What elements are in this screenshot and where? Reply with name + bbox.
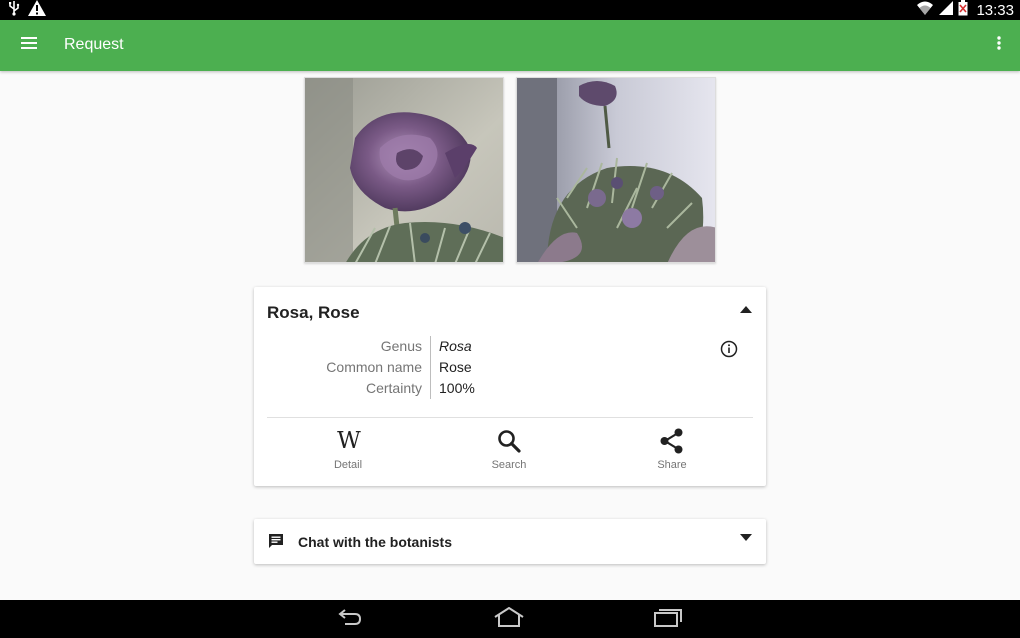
share-button[interactable]: Share (622, 427, 722, 477)
details-list: Genus Rosa Common name Rose Certainty 10… (254, 336, 554, 399)
collapse-button[interactable] (738, 301, 754, 317)
detail-key: Certainty (365, 380, 422, 396)
caret-down-icon (740, 528, 752, 546)
identification-card: Rosa, Rose Genus Rosa Common name Rose C… (254, 287, 766, 486)
detail-value: Rosa (439, 338, 472, 354)
detail-row-genus: Genus Rosa (254, 336, 554, 357)
share-icon (659, 427, 685, 455)
message-icon (268, 533, 284, 554)
status-bar: 13:33 (0, 0, 1020, 20)
usb-icon (8, 0, 20, 21)
action-label: Detail (333, 459, 363, 471)
wifi-icon (916, 0, 934, 21)
detail-key: Genus (380, 338, 422, 354)
detail-value: 100% (439, 380, 475, 396)
menu-icon (21, 36, 37, 54)
expand-button[interactable] (738, 529, 754, 545)
rose-photo-1[interactable] (304, 77, 504, 263)
action-label: Share (657, 459, 687, 471)
app-title: Request (64, 36, 124, 53)
overflow-menu-icon (997, 35, 1001, 55)
detail-separator (430, 357, 431, 378)
status-right: 13:33 (916, 0, 1014, 20)
detail-row-common-name: Common name Rose (254, 357, 554, 378)
card-divider (267, 417, 753, 418)
navigation-bar (0, 600, 1020, 638)
home-icon (493, 606, 525, 632)
status-left (8, 0, 46, 21)
warning-icon (28, 0, 46, 21)
signal-icon (938, 0, 954, 21)
info-icon (720, 340, 738, 362)
status-time: 13:33 (976, 1, 1014, 19)
info-button[interactable] (720, 340, 738, 358)
app-bar: Request (0, 20, 1020, 71)
menu-button[interactable] (18, 34, 40, 56)
detail-key: Common name (326, 359, 422, 375)
chat-label: Chat with the botanists (298, 534, 452, 550)
recent-apps-icon (653, 607, 683, 632)
home-button[interactable] (489, 606, 529, 632)
detail-separator (430, 378, 431, 399)
caret-up-icon (740, 300, 752, 318)
chat-card[interactable]: Chat with the botanists (254, 519, 766, 564)
detail-row-certainty: Certainty 100% (254, 378, 554, 399)
detail-value: Rose (439, 359, 472, 375)
wikipedia-icon: W (337, 428, 361, 454)
search-icon (497, 427, 521, 455)
back-icon (337, 608, 363, 631)
battery-icon (958, 0, 968, 21)
result-title: Rosa, Rose (267, 303, 360, 322)
rose-photo-2[interactable] (516, 77, 716, 263)
detail-button[interactable]: W Detail (298, 427, 398, 477)
search-button[interactable]: Search (459, 427, 559, 477)
recent-apps-button[interactable] (648, 606, 688, 632)
back-button[interactable] (330, 606, 370, 632)
overflow-menu-button[interactable] (994, 34, 1004, 56)
action-label: Search (491, 459, 527, 471)
detail-separator (430, 336, 431, 357)
